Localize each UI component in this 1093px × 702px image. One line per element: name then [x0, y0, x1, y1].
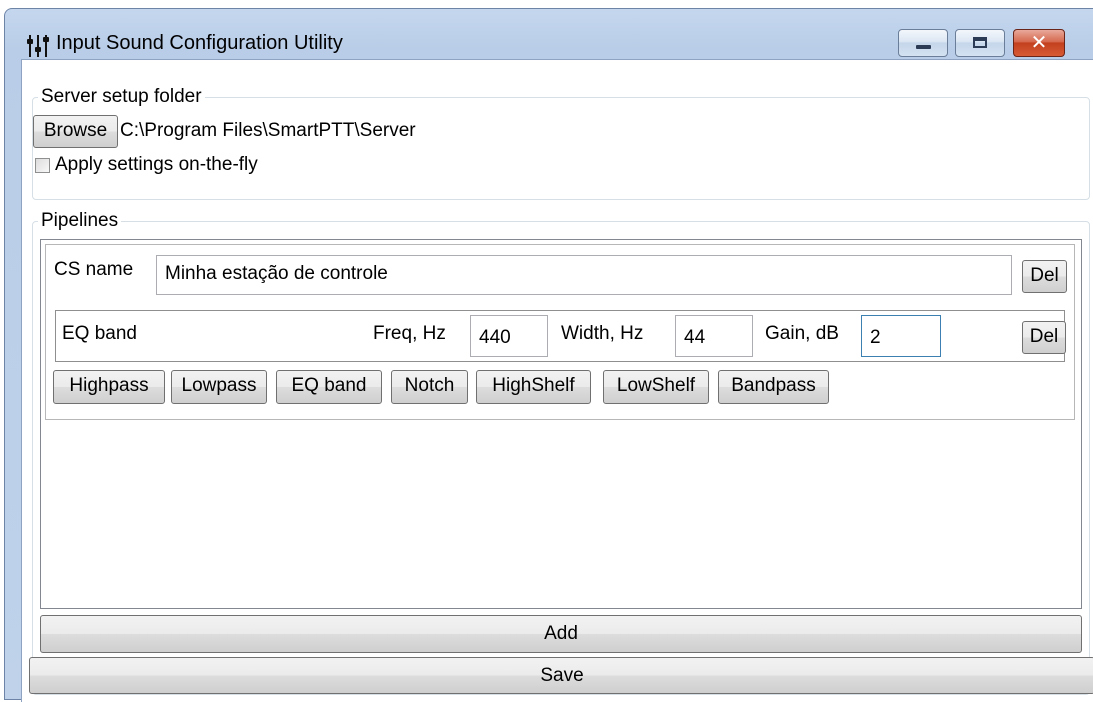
- server-setup-group: Server setup folder Browse C:\Program Fi…: [32, 86, 1090, 200]
- pipelines-legend: Pipelines: [38, 210, 122, 232]
- close-icon: ✕: [1030, 32, 1048, 54]
- freq-input[interactable]: 440: [470, 315, 548, 357]
- band-type-label: EQ band: [62, 323, 137, 344]
- main-window: Input Sound Configuration Utility ✕ Serv…: [4, 8, 1093, 702]
- add-notch-button[interactable]: Notch: [391, 370, 468, 404]
- close-button[interactable]: ✕: [1013, 29, 1065, 57]
- minimize-button[interactable]: [898, 29, 948, 57]
- apply-on-the-fly-checkbox[interactable]: [35, 158, 50, 173]
- pipelines-list[interactable]: CS name Minha estação de controle Del EQ…: [40, 239, 1082, 609]
- add-lowshelf-button[interactable]: LowShelf: [603, 370, 709, 404]
- add-bandpass-button[interactable]: Bandpass: [718, 370, 829, 404]
- save-button[interactable]: Save: [29, 657, 1093, 694]
- gain-label: Gain, dB: [765, 323, 839, 344]
- width-input[interactable]: 44: [675, 315, 753, 357]
- freq-label: Freq, Hz: [373, 323, 446, 344]
- gain-input[interactable]: 2: [861, 315, 941, 357]
- pipelines-group: Pipelines CS name Minha estação de contr…: [32, 210, 1090, 695]
- delete-band-button[interactable]: Del: [1022, 321, 1066, 354]
- cs-name-label: CS name: [54, 259, 134, 280]
- pipeline-item: CS name Minha estação de controle Del EQ…: [45, 244, 1075, 420]
- equalizer-sliders-icon: [27, 35, 49, 57]
- cs-name-input[interactable]: Minha estação de controle: [156, 255, 1012, 295]
- width-label: Width, Hz: [561, 323, 644, 344]
- eq-band-row: EQ band Freq, Hz 440 Width, Hz 44 Gain, …: [55, 310, 1066, 362]
- delete-pipeline-button[interactable]: Del: [1022, 260, 1067, 293]
- maximize-icon: [973, 37, 987, 48]
- window-client-area: Server setup folder Browse C:\Program Fi…: [21, 59, 1093, 702]
- browse-button[interactable]: Browse: [33, 115, 118, 148]
- add-highpass-button[interactable]: Highpass: [53, 370, 165, 404]
- add-pipeline-button[interactable]: Add: [40, 615, 1082, 653]
- maximize-button[interactable]: [955, 29, 1005, 57]
- add-highshelf-button[interactable]: HighShelf: [476, 370, 591, 404]
- minimize-icon: [916, 45, 931, 49]
- server-path: C:\Program Files\SmartPTT\Server: [120, 120, 416, 141]
- apply-on-the-fly-label[interactable]: Apply settings on-the-fly: [55, 154, 258, 176]
- window-title: Input Sound Configuration Utility: [56, 32, 343, 54]
- add-eq-band-button[interactable]: EQ band: [276, 370, 382, 404]
- add-lowpass-button[interactable]: Lowpass: [171, 370, 267, 404]
- server-setup-legend: Server setup folder: [38, 86, 205, 108]
